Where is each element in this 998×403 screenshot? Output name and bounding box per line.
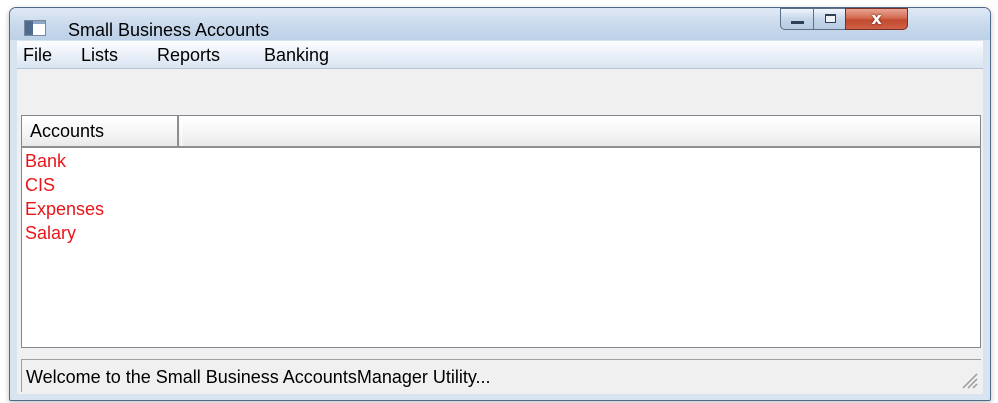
list-item-cis[interactable]: CIS	[25, 175, 55, 195]
list-body: Bank CIS Expenses Salary	[22, 151, 978, 347]
maximize-button[interactable]	[813, 8, 846, 30]
menu-lists[interactable]: Lists	[81, 45, 118, 65]
menu-bar: File Lists Reports Banking	[17, 41, 983, 69]
list-item-expenses[interactable]: Expenses	[25, 199, 104, 219]
window-title: Small Business Accounts	[68, 20, 270, 40]
app-icon	[24, 20, 46, 36]
client-area: Accounts Bank CIS Expenses Salary Welcom…	[17, 69, 983, 394]
close-icon: x	[871, 9, 882, 28]
menu-file[interactable]: File	[23, 45, 52, 65]
title-bar[interactable]: Small Business Accounts x	[10, 8, 990, 40]
menu-banking[interactable]: Banking	[264, 45, 329, 65]
status-text: Welcome to the Small Business AccountsMa…	[26, 367, 491, 387]
menu-reports[interactable]: Reports	[157, 45, 220, 65]
minimize-icon	[791, 21, 804, 24]
app-icon-top-bar	[33, 21, 45, 24]
resize-grip-icon[interactable]	[957, 368, 979, 390]
column-header-empty[interactable]	[181, 116, 980, 146]
status-bar: Welcome to the Small Business AccountsMa…	[21, 359, 981, 392]
app-window: Small Business Accounts x File Lists Rep…	[9, 7, 991, 401]
maximize-icon	[825, 14, 836, 23]
column-header-accounts[interactable]: Accounts	[22, 116, 179, 146]
close-button[interactable]: x	[845, 8, 908, 30]
list-header: Accounts	[21, 115, 981, 148]
list-item-bank[interactable]: Bank	[25, 151, 66, 171]
column-header-accounts-label: Accounts	[30, 121, 105, 141]
minimize-button[interactable]	[780, 8, 814, 30]
list-item-salary[interactable]: Salary	[25, 223, 76, 243]
app-icon-left-pane	[25, 21, 33, 35]
